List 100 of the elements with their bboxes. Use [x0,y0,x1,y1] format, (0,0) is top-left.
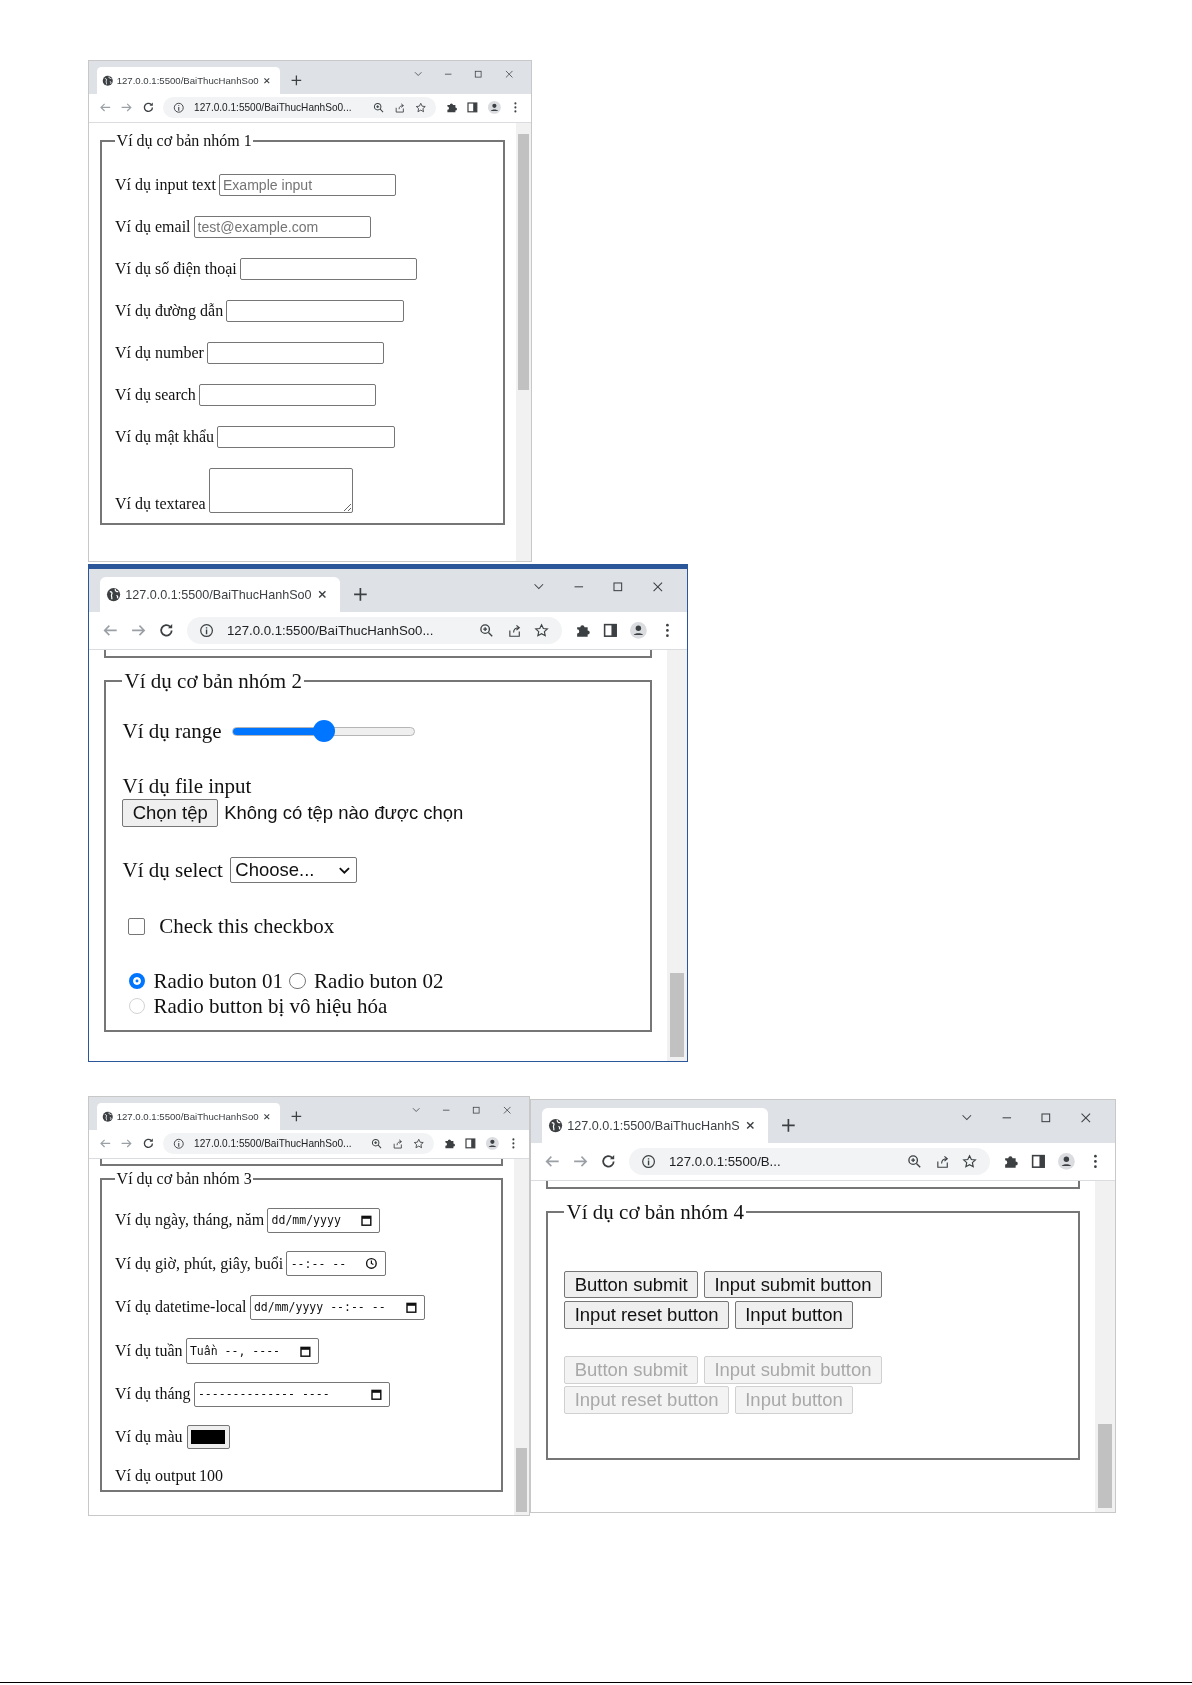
close-icon[interactable] [651,579,665,594]
close-icon[interactable] [501,1105,513,1116]
zoom-icon[interactable] [906,1153,923,1169]
field-label: Ví dụ số điện thoại [115,259,237,278]
input-field[interactable] [199,383,377,407]
maximize-icon[interactable] [473,69,484,80]
info-icon [641,1153,657,1169]
zoom-icon[interactable] [478,622,495,638]
scrollbar[interactable] [1095,1180,1115,1512]
field-label: Ví dụ datetime-local [115,1298,247,1317]
field-label: Ví dụ mật khẩu [115,428,215,447]
reload-icon[interactable] [600,1153,618,1170]
input-field[interactable] [207,341,385,365]
textarea-field[interactable] [208,467,353,514]
radio-button[interactable] [128,972,146,990]
field-label: Ví dụ email [115,217,191,236]
side-panel-icon[interactable] [466,101,479,115]
form-button[interactable]: Button submit [564,1270,698,1299]
calendar-icon[interactable] [360,1213,373,1227]
zoom-icon[interactable] [370,1138,382,1150]
side-panel-icon[interactable] [464,1137,477,1151]
info-icon [172,1138,185,1150]
form-button[interactable]: Input button [735,1301,854,1329]
date-field[interactable]: dd/mm/yyyy [267,1207,381,1233]
browser-tab[interactable]: 127.0.0.1:5500/BaiThucHanhSo0 [97,67,281,94]
side-panel-icon[interactable] [601,622,619,639]
time-field[interactable]: --:-- -- [286,1251,386,1277]
input-field[interactable]: test@example.com [193,215,372,239]
field-label: Ví dụ file input [122,774,252,800]
avatar-icon[interactable] [630,622,648,639]
datetime-field[interactable]: dd/mm/yyyy --:-- -- [249,1294,425,1320]
globe-icon [101,1110,114,1123]
radio-button[interactable] [289,972,306,990]
star-icon[interactable] [412,1138,425,1150]
field-label: Ví dụ search [115,386,196,404]
input-field[interactable]: Example input [219,173,397,197]
radio-label: Radio buton 01 [153,969,284,995]
scrollbar-thumb[interactable] [518,134,529,390]
input-field[interactable] [217,425,395,449]
browser-tab[interactable]: 127.0.0.1:5500/BaiThucHanhS [541,1108,768,1144]
input-field[interactable] [239,257,418,281]
form-button[interactable]: Input submit button [704,1270,882,1299]
week-field[interactable]: Tuần --, ---- [185,1338,320,1364]
address-bar[interactable]: 127.0.0.1:5500/BaiThucHanhSo0... [163,97,436,119]
puzzle-icon[interactable] [442,1137,456,1151]
calendar-icon[interactable] [369,1388,383,1401]
avatar-icon[interactable] [487,101,501,115]
maximize-icon[interactable] [471,1105,482,1116]
close-icon[interactable] [261,75,272,86]
share-icon[interactable] [934,1153,950,1169]
new-tab-icon[interactable] [352,585,370,603]
range-slider[interactable] [232,720,415,743]
scrollbar-thumb[interactable] [516,1447,527,1512]
checkbox[interactable] [127,917,145,935]
share-icon[interactable] [393,102,406,114]
scrollbar[interactable] [513,1158,529,1515]
select-field[interactable]: Choose... [229,857,357,884]
month-field[interactable]: -------------- ---- [193,1381,390,1408]
avatar-icon[interactable] [485,1137,499,1151]
share-icon[interactable] [391,1138,404,1150]
scrollbar-thumb[interactable] [670,972,684,1057]
browser-tab[interactable]: 127.0.0.1:5500/BaiThucHanhSo0 [97,1103,281,1130]
star-icon[interactable] [534,622,550,638]
globe-icon [105,587,121,603]
avatar-icon[interactable] [1058,1153,1076,1170]
reload-icon[interactable] [141,101,155,115]
radio-label: Radio button bị vô hiệu hóa [153,994,388,1020]
calendar-icon[interactable] [299,1344,313,1358]
new-tab-icon[interactable] [780,1116,798,1134]
input-field[interactable] [226,299,404,323]
close-icon[interactable] [261,1111,272,1122]
slider-thumb[interactable] [312,720,335,743]
star-icon[interactable] [962,1153,978,1169]
reload-icon[interactable] [141,1137,155,1151]
new-tab-icon[interactable] [289,73,303,87]
form-button: Button submit [564,1355,698,1384]
scrollbar[interactable] [515,122,531,561]
scrollbar[interactable] [667,649,687,1061]
clock-icon[interactable] [365,1257,379,1271]
field-label: Ví dụ output [115,1467,196,1486]
puzzle-icon[interactable] [444,101,458,115]
star-icon[interactable] [414,102,427,114]
choose-file-button[interactable]: Chọn tệp [122,799,218,827]
field-label: Ví dụ input text [115,175,216,194]
browser-tab[interactable]: 127.0.0.1:5500/BaiThucHanhSo0 [99,577,340,613]
close-icon[interactable] [503,69,515,80]
share-icon[interactable] [506,622,522,638]
group-legend: Ví dụ cơ bản nhóm 4 [564,1199,746,1225]
calendar-icon[interactable] [404,1300,418,1314]
address-bar[interactable]: 127.0.0.1:5500/B... [628,1147,991,1176]
reload-icon[interactable] [158,622,176,639]
close-icon[interactable] [1079,1110,1093,1125]
info-icon [199,622,215,638]
address-bar[interactable]: 127.0.0.1:5500/BaiThucHanhSo0... [186,616,563,645]
zoom-icon[interactable] [372,102,384,114]
side-panel-icon[interactable] [1029,1153,1047,1170]
form-button[interactable]: Input reset button [564,1301,729,1329]
new-tab-icon[interactable] [289,1109,303,1123]
scrollbar-thumb[interactable] [1098,1423,1112,1508]
address-bar[interactable]: 127.0.0.1:5500/BaiThucHanhSo0... [163,1133,434,1155]
